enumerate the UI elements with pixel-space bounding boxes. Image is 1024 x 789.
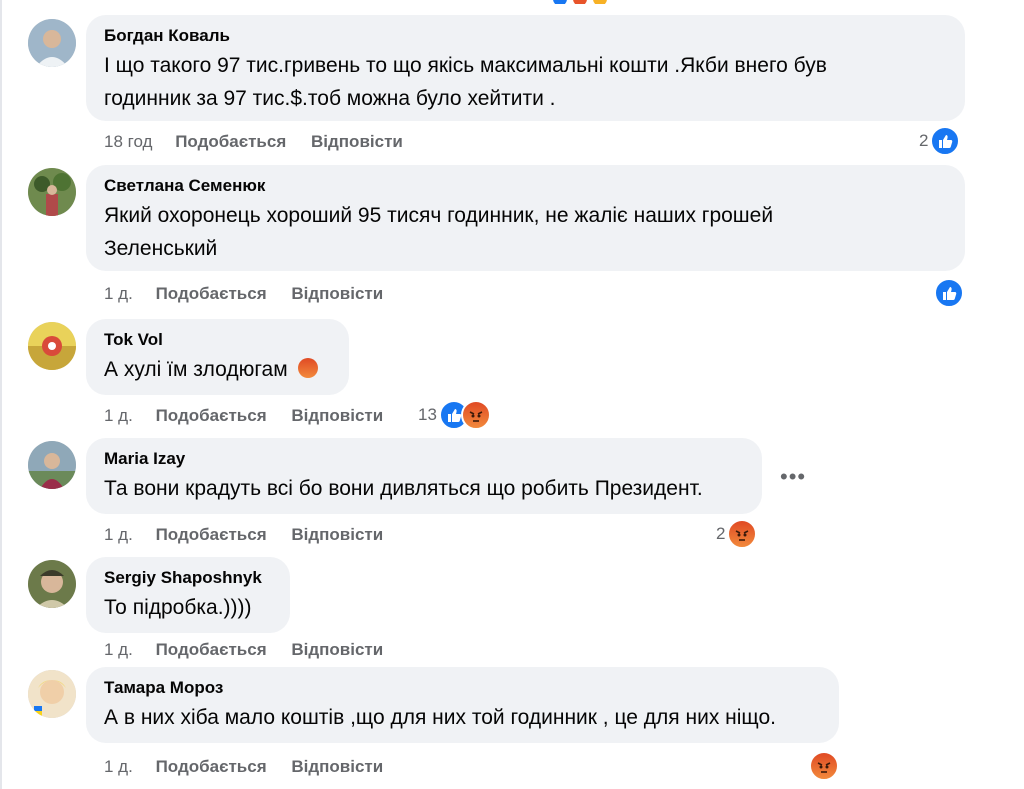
like-button[interactable]: Подобається: [156, 284, 267, 303]
left-divider: [0, 0, 2, 789]
reaction-summary[interactable]: 2: [716, 519, 758, 549]
angry-icon: [460, 400, 491, 430]
reply-button[interactable]: Відповісти: [291, 406, 383, 425]
comment-author[interactable]: Sergiy Shaposhnyk: [104, 567, 272, 589]
haha-icon: [593, 0, 607, 4]
reaction-summary[interactable]: [809, 751, 839, 781]
avatar[interactable]: [28, 19, 76, 67]
comment-text-line: годинник за 97 тис.$.тоб можна було хейт…: [104, 87, 556, 110]
comment-bubble: Светлана Семенюк Який охоронець хороший …: [86, 165, 965, 271]
angry-icon: [727, 519, 758, 549]
comment-bubble: Тамара Мороз А в них хіба мало коштів ,щ…: [86, 667, 839, 743]
angry-icon: [573, 0, 587, 4]
comment-author[interactable]: Maria Izay: [104, 448, 744, 470]
reply-button[interactable]: Відповісти: [291, 284, 383, 303]
comment-bubble: Maria Izay Та вони крадуть всі бо вони д…: [86, 438, 762, 514]
avatar[interactable]: [28, 322, 76, 370]
comment-actions: 1 д. Подобається Відповісти: [104, 283, 403, 305]
comment-text-line: А хулі їм злодюгам: [104, 358, 288, 381]
comment-text-line: А в них хіба мало коштів ,що для них той…: [104, 706, 776, 729]
reply-button[interactable]: Відповісти: [291, 525, 383, 544]
comment-text-line: То підробка.)))): [104, 596, 252, 619]
reply-button[interactable]: Відповісти: [291, 640, 383, 659]
comment-timestamp[interactable]: 1 д.: [104, 525, 133, 544]
avatar[interactable]: [28, 670, 76, 718]
comment-actions: 1 д. Подобається Відповісти: [104, 405, 403, 427]
comment-timestamp[interactable]: 1 д.: [104, 284, 133, 303]
comment-timestamp[interactable]: 1 д.: [104, 406, 133, 425]
reaction-count: 2: [716, 524, 726, 543]
comment-text: А в них хіба мало коштів ,що для них той…: [104, 701, 821, 734]
reaction-count: 2: [919, 131, 929, 150]
comment-actions: 1 д. Подобається Відповісти: [104, 524, 403, 546]
comment-text-line: І що такого 97 тис.гривень то що якісь м…: [104, 54, 827, 77]
avatar[interactable]: [28, 168, 76, 216]
comment-bubble: Богдан Коваль І що такого 97 тис.гривень…: [86, 15, 965, 121]
reaction-summary[interactable]: [934, 278, 964, 308]
comment-text: Який охоронець хороший 95 тисяч годинник…: [104, 199, 947, 265]
comment-text: А хулі їм злодюгам: [104, 353, 331, 386]
like-button[interactable]: Подобається: [156, 757, 267, 776]
more-options-button[interactable]: •••: [780, 466, 806, 488]
comment-text-line: Зеленський: [104, 237, 218, 260]
avatar[interactable]: [28, 560, 76, 608]
like-button[interactable]: Подобається: [175, 132, 286, 151]
comment-timestamp[interactable]: 1 д.: [104, 640, 133, 659]
comment-text: То підробка.)))): [104, 591, 272, 624]
comment-text-line: Який охоронець хороший 95 тисяч годинник…: [104, 204, 774, 227]
reply-button[interactable]: Відповісти: [291, 757, 383, 776]
comment-actions: 1 д. Подобається Відповісти: [104, 639, 403, 661]
like-icon: [930, 126, 961, 156]
comment-author[interactable]: Тамара Мороз: [104, 677, 821, 699]
comment-timestamp[interactable]: 18 год: [104, 132, 152, 151]
comment-author[interactable]: Богдан Коваль: [104, 25, 947, 47]
like-button[interactable]: Подобається: [156, 406, 267, 425]
comment-text: Та вони крадуть всі бо вони дивляться що…: [104, 472, 744, 505]
previous-comment-reactions-edge: [0, 0, 1024, 4]
comment-bubble: Sergiy Shaposhnyk То підробка.)))): [86, 557, 290, 633]
like-icon: [553, 0, 567, 4]
angry-icon: [809, 751, 839, 781]
avatar[interactable]: [28, 441, 76, 489]
comment-author[interactable]: Светлана Семенюк: [104, 175, 947, 197]
reaction-count: 13: [418, 405, 437, 424]
like-button[interactable]: Подобається: [156, 640, 267, 659]
comment-actions: 18 год Подобається Відповісти: [104, 131, 423, 153]
reply-button[interactable]: Відповісти: [311, 132, 403, 151]
reaction-summary[interactable]: 2: [919, 126, 961, 156]
comment-author[interactable]: Tok Vol: [104, 329, 331, 351]
reaction-summary[interactable]: 13: [418, 400, 491, 430]
comment-text-line: Та вони крадуть всі бо вони дивляться що…: [104, 477, 703, 500]
comment-text: І що такого 97 тис.гривень то що якісь м…: [104, 49, 947, 115]
comment-actions: 1 д. Подобається Відповісти: [104, 756, 403, 778]
angry-face-emoji-icon: [297, 358, 318, 378]
like-icon: [934, 278, 964, 308]
like-button[interactable]: Подобається: [156, 525, 267, 544]
comment-timestamp[interactable]: 1 д.: [104, 757, 133, 776]
comment-bubble: Tok Vol А хулі їм злодюгам: [86, 319, 349, 395]
